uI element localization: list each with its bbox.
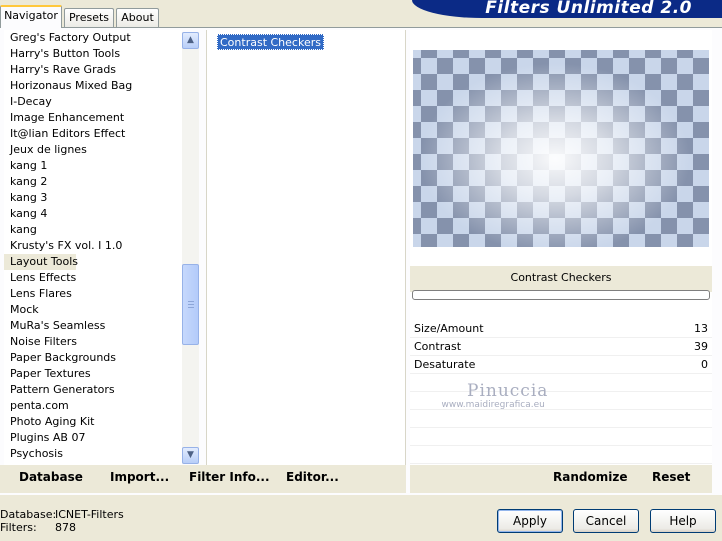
database-label: Database: [0, 508, 57, 521]
param-value[interactable]: 0 [701, 356, 708, 374]
help-button[interactable]: Help [650, 509, 716, 533]
category-item[interactable]: MuRa's Seamless [4, 318, 182, 334]
database-value: ICNET-Filters [55, 508, 124, 521]
tab-navigator[interactable]: Navigator [0, 5, 62, 28]
filter-preview-image [413, 50, 709, 247]
param-row-empty [410, 446, 712, 464]
category-item[interactable]: kang 1 [4, 158, 182, 174]
scroll-up-button[interactable]: ▲ [182, 32, 199, 49]
category-list[interactable]: Greg's Factory Output Harry's Button Tool… [4, 30, 182, 465]
cancel-button[interactable]: Cancel [573, 509, 639, 533]
category-item[interactable]: Lens Flares [4, 286, 182, 302]
category-item[interactable]: I-Decay [4, 94, 182, 110]
watermark-url: www.maidiregrafica.eu [441, 400, 545, 410]
tab-about[interactable]: About [116, 8, 159, 27]
filter-info-button[interactable]: Filter Info... [189, 470, 270, 484]
category-item[interactable]: Paper Backgrounds [4, 350, 182, 366]
preview-filter-name: Contrast Checkers [410, 266, 712, 292]
category-item[interactable]: kang 3 [4, 190, 182, 206]
scroll-thumb[interactable] [182, 264, 199, 345]
filter-item-selected[interactable]: Contrast Checkers [217, 34, 324, 50]
param-label: Contrast [414, 340, 462, 353]
progress-bar [412, 290, 710, 300]
category-item[interactable]: Harry's Rave Grads [4, 62, 182, 78]
param-label: Desaturate [414, 358, 476, 371]
filter-list[interactable]: Contrast Checkers [206, 30, 406, 465]
param-label: Size/Amount [414, 322, 484, 335]
param-row[interactable]: Desaturate 0 [410, 356, 712, 374]
param-row[interactable]: Contrast 39 [410, 338, 712, 356]
category-item[interactable]: penta.com [4, 398, 182, 414]
param-value[interactable]: 39 [694, 338, 708, 356]
filters-count-label: Filters: [0, 521, 37, 534]
category-item[interactable]: Layout Tools [4, 254, 78, 270]
category-item[interactable]: Harry's Button Tools [4, 46, 182, 62]
category-item[interactable]: Pattern Generators [4, 382, 182, 398]
grip-icon [188, 301, 194, 308]
param-value[interactable]: 13 [694, 320, 708, 338]
watermark: Pinuccia www.maidiregrafica.eu [438, 381, 548, 410]
tab-presets[interactable]: Presets [64, 8, 114, 27]
randomize-button[interactable]: Randomize [553, 470, 627, 484]
category-item[interactable]: Paper Textures [4, 366, 182, 382]
param-row[interactable]: Size/Amount 13 [410, 320, 712, 338]
category-item[interactable]: It@lian Editors Effect [4, 126, 182, 142]
scroll-down-button[interactable]: ▼ [182, 447, 199, 464]
category-item[interactable]: Horizonaus Mixed Bag [4, 78, 182, 94]
app-banner-title: Filters Unlimited 2.0 [412, 0, 722, 18]
apply-button[interactable]: Apply [497, 509, 563, 533]
editor-button[interactable]: Editor... [286, 470, 339, 484]
category-item[interactable]: kang 4 [4, 206, 182, 222]
category-item[interactable]: kang [4, 222, 182, 238]
filters-count-value: 878 [55, 521, 76, 534]
category-item[interactable]: Noise Filters [4, 334, 182, 350]
category-scrollbar[interactable]: ▲ ▼ [182, 32, 199, 464]
category-item[interactable]: Greg's Factory Output [4, 30, 182, 46]
reset-button[interactable]: Reset [652, 470, 690, 484]
category-item[interactable]: Psychosis [4, 446, 182, 462]
param-row-empty [410, 410, 712, 428]
category-item[interactable]: Plugins AB 07 [4, 430, 182, 446]
database-button[interactable]: Database [19, 470, 83, 484]
category-item[interactable]: Jeux de lignes [4, 142, 182, 158]
import-button[interactable]: Import... [110, 470, 169, 484]
status-info: Database:ICNET-Filters Filters: 878 [0, 508, 124, 534]
param-row-empty [410, 428, 712, 446]
category-item[interactable]: Mock [4, 302, 182, 318]
category-item[interactable]: Image Enhancement [4, 110, 182, 126]
category-item[interactable]: kang 2 [4, 174, 182, 190]
watermark-name: Pinuccia [467, 381, 549, 401]
category-item[interactable]: Lens Effects [4, 270, 182, 286]
category-item[interactable]: Photo Aging Kit [4, 414, 182, 430]
category-item[interactable]: Krusty's FX vol. I 1.0 [4, 238, 182, 254]
